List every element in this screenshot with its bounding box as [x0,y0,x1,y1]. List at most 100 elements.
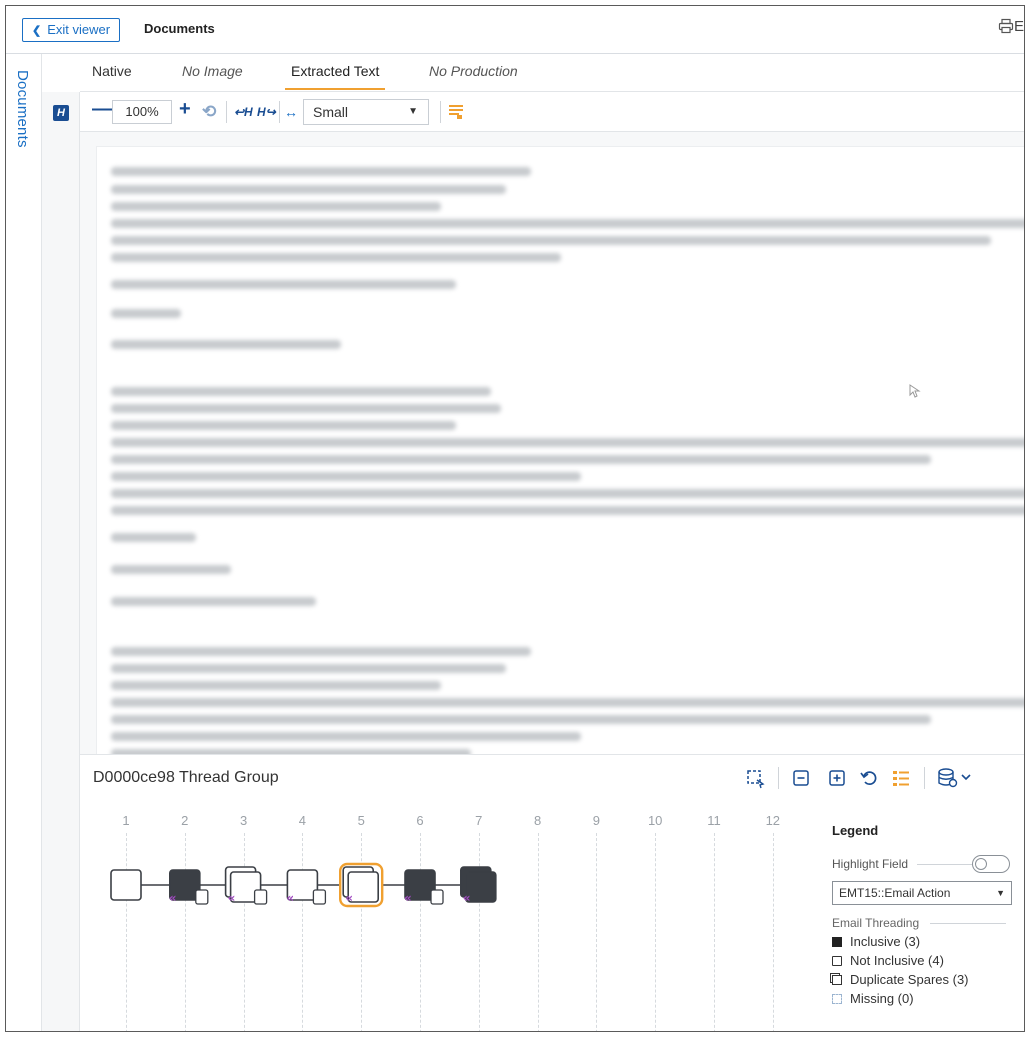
legend-toggle-icon[interactable] [890,767,912,789]
thread-node-1[interactable] [110,869,142,901]
toolbar-separator [924,767,925,789]
highlight-field-toggle[interactable] [972,855,1010,873]
tab-no-image[interactable]: No Image [182,63,243,79]
zoom-level-input[interactable]: 100% [112,100,172,124]
duplicate-spares-swatch-icon [832,975,842,985]
thread-group-title: D0000ce98 Thread Group [93,769,279,786]
text-size-select[interactable]: Small ▼ [303,99,429,125]
thread-group-panel: D0000ce98 Thread Group 1 2 3 4 5 6 7 8 9… [80,754,1024,1031]
redacted-text-line [111,597,316,606]
redacted-text-line [111,202,441,211]
thread-column-number: 2 [181,813,189,828]
email-threading-label: Email Threading [832,916,920,930]
spare-marker-icon: « [404,891,412,905]
highlight-field-select[interactable]: EMT15::Email Action ▼ [832,881,1012,905]
toolbar-separator [440,101,441,123]
tab-extracted-text[interactable]: Extracted Text [284,63,386,90]
viewer-toolbar: — 100% + ⟲ ↩H H↪ ↔ Small ▼ [80,92,1024,132]
legend-item-duplicate-spares: Duplicate Spares (3) [832,972,969,987]
exit-viewer-button[interactable]: ❮ Exit viewer [22,18,121,42]
chevron-left-icon: ❮ [32,25,42,37]
thread-column-number: 8 [533,813,542,828]
tab-native[interactable]: Native [92,63,132,79]
redacted-text-line [111,387,491,396]
spare-marker-icon: « [169,891,177,905]
thread-column-number: 11 [707,813,721,828]
document-viewer-frame: ❮ Exit viewer Documents E Documents H Nat… [5,5,1025,1032]
thread-column-number: 1 [122,813,130,828]
toggle-knob [975,858,987,870]
zoom-in-icon[interactable]: + [179,98,191,120]
thread-graph: « « « « « « [110,862,497,908]
redacted-text-line [111,280,456,289]
thread-column-number: 3 [239,813,248,828]
duplicate-spare-badge-icon [312,889,327,905]
spare-marker-icon: « [286,891,294,905]
next-hit-icon[interactable]: H↪ [257,101,276,123]
print-icon [998,18,1014,34]
thread-node-2[interactable]: « [169,869,209,905]
previous-hit-icon[interactable]: ↩H [234,101,253,123]
redacted-text-line [111,219,1024,228]
spare-marker-icon: « [345,891,353,905]
legend-item-label: Missing (0) [850,991,914,1006]
redacted-text-line [111,506,1024,515]
cursor-icon [909,384,921,398]
divider [917,864,972,865]
highlight-field-row: Highlight Field [832,855,1012,873]
exit-viewer-label: Exit viewer [47,22,111,37]
redacted-text-line [111,681,441,690]
redacted-text-line [111,340,341,349]
thread-node-6[interactable]: « [404,869,444,905]
persistent-highlight-icon[interactable]: H [53,105,69,121]
toolbar-separator [279,101,280,123]
thread-column-number: 4 [298,813,306,828]
thread-column-number: 5 [357,813,365,828]
caret-down-icon: ▼ [996,888,1005,898]
text-size-value: Small [313,104,349,120]
zoom-out-icon[interactable]: — [92,98,112,120]
divider [930,923,1006,924]
fit-width-icon[interactable]: ↔ [284,101,298,123]
collapse-icon[interactable] [790,767,812,789]
not-inclusive-swatch-icon [832,956,842,966]
thread-column-number: 12 [765,813,781,828]
page-title: Documents [144,21,215,36]
redacted-text-line [111,167,531,176]
highlight-rail: H [42,92,80,1031]
redacted-text-line [111,438,1024,447]
thread-node-4[interactable]: « [286,869,327,905]
thread-column-number: 6 [416,813,424,828]
redacted-text-line [111,533,196,542]
documents-rail[interactable]: Documents [6,54,42,1031]
reset-icon[interactable] [858,767,880,789]
redacted-text-line [111,664,506,673]
redacted-text-line [111,404,501,413]
database-settings-icon[interactable] [936,767,974,789]
documents-rail-label[interactable]: Documents [14,70,31,148]
spare-marker-icon: « [463,891,471,905]
tab-no-production[interactable]: No Production [429,63,518,79]
select-region-icon[interactable] [744,767,766,789]
duplicate-spare-badge-icon [430,889,444,905]
highlight-field-label: Highlight Field [832,857,909,871]
legend-item-label: Inclusive (3) [850,934,921,949]
thread-node-square [110,869,142,901]
rotate-icon[interactable]: ⟲ [202,101,216,123]
expand-icon[interactable] [826,767,848,789]
header-print-area[interactable]: E [998,18,1024,35]
toolbar-separator [778,767,779,789]
legend-item-label: Duplicate Spares (3) [850,972,969,987]
thread-node-3[interactable]: « [224,866,268,905]
highlight-list-icon[interactable] [449,104,463,120]
redacted-text-line [111,565,231,574]
inclusive-swatch-icon [832,937,842,947]
email-threading-row: Email Threading [832,916,1012,930]
redacted-text-line [111,421,456,430]
thread-node-5[interactable]: « [339,862,384,908]
caret-down-icon: ▼ [408,106,418,117]
extracted-text-viewer[interactable] [80,132,1024,754]
thread-node-7[interactable]: « [459,866,497,905]
redacted-text-line [111,732,581,741]
thread-legend: Legend Highlight Field EMT15::Email Acti… [832,823,1022,1006]
